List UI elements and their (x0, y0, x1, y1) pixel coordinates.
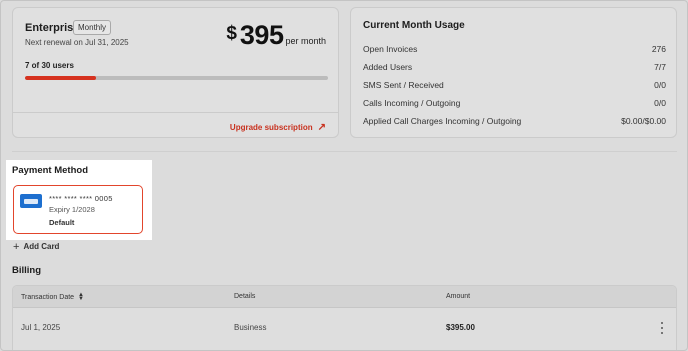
arrow-up-right-icon: ↗ (317, 122, 326, 133)
upgrade-subscription-link[interactable]: Upgrade subscription ↗ (230, 122, 326, 133)
users-count: 7 of 30 users (25, 61, 74, 70)
usage-value: 0/0 (654, 80, 666, 90)
section-divider (12, 151, 677, 152)
transaction-details: Business (234, 323, 267, 332)
plan-name: Enterprise (25, 22, 80, 34)
plus-icon: + (13, 240, 20, 253)
usage-label: Open Invoices (363, 44, 418, 54)
usage-label: Added Users (363, 62, 413, 72)
price-period: per month (285, 36, 326, 46)
usage-value: $0.00/$0.00 (621, 116, 666, 126)
card-number: **** **** **** 0005 (49, 194, 113, 203)
payment-method-title: Payment Method (12, 165, 89, 176)
payment-card[interactable]: **** **** **** 0005 Expiry 1/2028 Defaul… (13, 185, 143, 234)
sort-icon[interactable]: ▲ ▼ (78, 292, 84, 302)
usage-title: Current Month Usage (363, 20, 465, 31)
users-progress-fill (25, 76, 96, 80)
usage-value: 0/0 (654, 98, 666, 108)
column-header-details: Details (234, 293, 256, 300)
usage-label: Applied Call Charges Incoming / Outgoing (363, 116, 522, 126)
usage-value: 276 (651, 44, 666, 54)
add-card-button[interactable]: + Add Card (13, 240, 60, 253)
card-expiry: Expiry 1/2028 (49, 205, 95, 214)
column-header-amount: Amount (446, 293, 471, 300)
usage-label: Calls Incoming / Outgoing (363, 98, 461, 108)
plan-card: Enterprise Monthly Next renewal on Jul 3… (12, 7, 339, 138)
usage-row: Open Invoices 276 (363, 44, 666, 54)
column-header-transaction-date[interactable]: Transaction Date ▲ ▼ (21, 292, 84, 302)
usage-row: Applied Call Charges Incoming / Outgoing… (363, 116, 666, 126)
more-options-icon[interactable] (659, 322, 665, 334)
table-row[interactable]: Jul 1, 2025 Business $395.00 (13, 308, 676, 344)
table-header: Transaction Date ▲ ▼ Details Amount (13, 286, 676, 308)
add-card-label: Add Card (23, 242, 60, 251)
price-currency: $ (226, 23, 237, 44)
transaction-date: Jul 1, 2025 (21, 323, 61, 332)
renewal-date: Next renewal on Jul 31, 2025 (25, 38, 129, 47)
plan-divider (13, 112, 338, 113)
card-default-label: Default (49, 218, 75, 227)
usage-value: 7/7 (654, 62, 666, 72)
usage-row: Added Users 7/7 (363, 62, 666, 72)
amex-card-icon (20, 194, 42, 208)
usage-label: SMS Sent / Received (363, 80, 444, 90)
price-amount: 395 (239, 20, 284, 50)
users-progress-bar (25, 76, 328, 80)
usage-row: SMS Sent / Received 0/0 (363, 80, 666, 90)
subscription-page: Enterprise Monthly Next renewal on Jul 3… (0, 0, 688, 351)
usage-card: Current Month Usage Open Invoices 276 Ad… (350, 7, 677, 138)
billing-table: Transaction Date ▲ ▼ Details Amount Jul 1… (12, 285, 677, 350)
transaction-amount: $395.00 (446, 323, 475, 332)
billing-title: Billing (12, 265, 42, 276)
plan-price: $ 395 per month (226, 20, 326, 51)
usage-row: Calls Incoming / Outgoing 0/0 (363, 98, 666, 108)
upgrade-label: Upgrade subscription (229, 123, 313, 132)
billing-cycle-badge: Monthly (73, 20, 112, 35)
